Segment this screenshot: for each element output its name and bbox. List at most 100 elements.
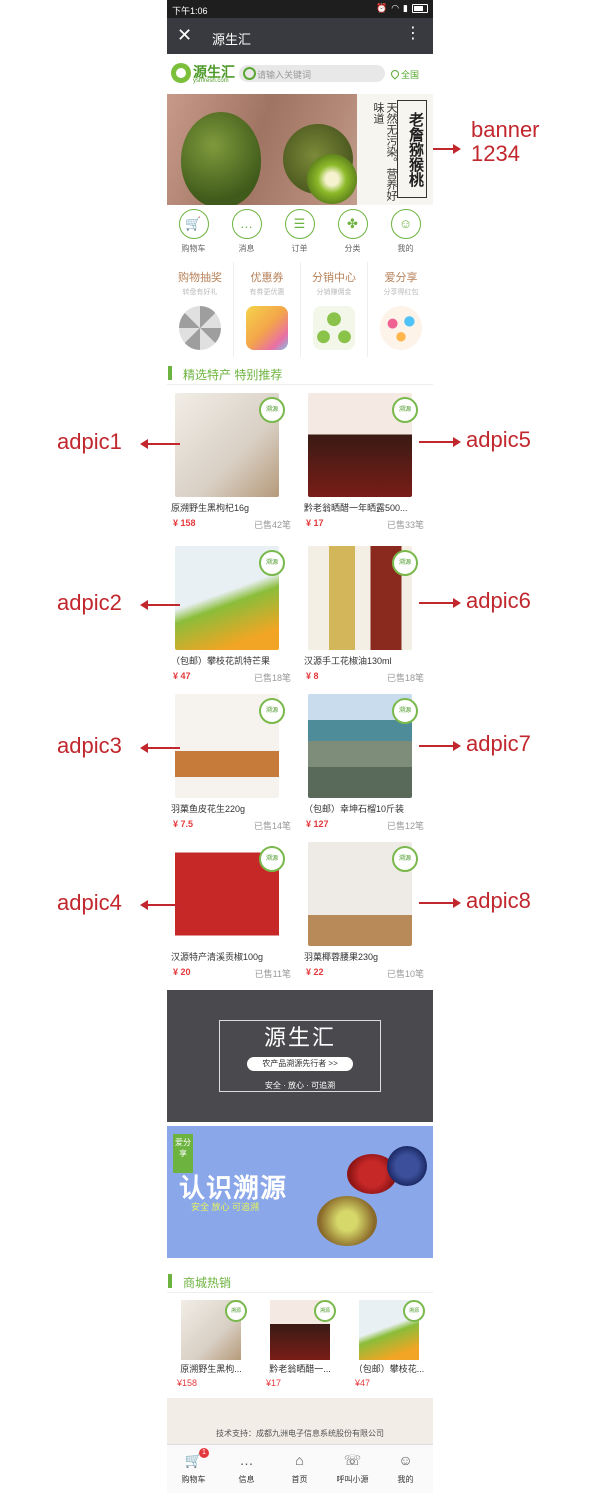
tab-call[interactable]: ☏ 呼叫小源 [326, 1445, 379, 1493]
footer: 技术支持：成都九洲电子信息系统股份有限公司 [167, 1398, 433, 1444]
product-price: ¥ 17 [306, 518, 324, 528]
annotation-label: adpic5 [466, 427, 531, 452]
promo-sub: 分享得红包 [383, 289, 419, 296]
ad-banner-trace[interactable]: 爱分享 认识溯源 安全 放心 可追溯 [167, 1126, 433, 1258]
promo-lottery[interactable]: 购物抽奖 转盘有好礼 [167, 262, 234, 357]
hot-product-card[interactable]: 溯源 黔老翁晒醋一... ¥17 [256, 1300, 344, 1390]
annotation-arrow [419, 898, 461, 908]
promo-title: 爱分享 [384, 272, 418, 284]
hot-product-card[interactable]: 溯源 原溯野生黑枸... ¥158 [167, 1300, 255, 1390]
product-price: ¥17 [266, 1378, 282, 1388]
banner-arrow [433, 144, 461, 154]
banner-annotation: banner 1234 [471, 118, 540, 166]
quick-nav: 🛒 购物车 … 消息 ☰ 订单 ✤ 分类 ☺ 我的 [167, 209, 433, 259]
status-bar: 下午1:06 ⏰ ◠ ▮ [167, 0, 433, 18]
product-card[interactable]: 溯源 汉源特产清溪贡椒100g ¥ 20 已售11笔 [167, 842, 297, 992]
product-image: 溯源 [359, 1300, 425, 1360]
banner-slogan: 天然无污染。营养好味道 [372, 102, 397, 201]
promo-title: 优惠券 [250, 272, 284, 284]
trace-badge: 溯源 [314, 1300, 336, 1322]
product-name: （包邮）攀枝花... [353, 1364, 425, 1374]
product-name: （包邮）幸坤石榴10斤装 [304, 804, 405, 814]
phone-icon: ☏ [343, 1452, 362, 1468]
product-image: 溯源 [175, 694, 285, 798]
quick-nav-order[interactable]: ☰ 订单 [273, 209, 326, 259]
product-card[interactable]: 溯源 黔老翁晒醋一年晒露500... ¥ 17 已售33笔 [300, 393, 430, 543]
more-menu-icon[interactable]: ⋮ [405, 26, 421, 42]
product-card[interactable]: 溯源 羽菓椰蓉腰果230g ¥ 22 已售10笔 [300, 842, 430, 992]
trace-badge: 溯源 [392, 550, 418, 576]
alarm-icon: ⏰ [375, 3, 388, 13]
logo-icon [171, 63, 191, 83]
tab-label: 首页 [291, 1475, 308, 1484]
location-pin-icon [389, 68, 401, 80]
product-card[interactable]: 溯源 原溯野生黑枸杞16g ¥ 158 已售42笔 [167, 393, 297, 543]
hot-product-card[interactable]: 溯源 （包邮）攀枝花... ¥47 [345, 1300, 433, 1390]
product-sold: 已售18笔 [253, 673, 291, 683]
quick-nav-mine[interactable]: ☺ 我的 [379, 209, 432, 259]
quick-nav-label: 订单 [291, 244, 308, 253]
tab-mine[interactable]: ☺ 我的 [379, 1445, 432, 1493]
annotation-arrow [419, 598, 461, 608]
region-selector[interactable]: 全国 [389, 68, 420, 81]
product-price: ¥ 7.5 [173, 819, 194, 829]
user-icon: ☺ [398, 1452, 413, 1468]
promo-grid: 购物抽奖 转盘有好礼 优惠券 有券更优惠 分销中心 分销赚佣金 爱分享 分享得红… [167, 262, 433, 357]
status-icons: ⏰ ◠ ▮ [376, 3, 428, 14]
annotation-label: adpic6 [466, 588, 531, 613]
tab-message[interactable]: … 信息 [220, 1445, 273, 1493]
promo-distribution[interactable]: 分销中心 分销赚佣金 [301, 262, 368, 357]
product-sold: 已售18笔 [386, 673, 424, 683]
product-card[interactable]: 溯源 （包邮）攀枝花凯特芒果 ¥ 47 已售18笔 [167, 546, 297, 696]
page-title: 源生汇 [212, 32, 252, 47]
close-icon[interactable]: ✕ [177, 26, 192, 44]
coupon-icon [246, 306, 288, 350]
trace-badge: 溯源 [259, 550, 285, 576]
wifi-icon: ◠ [391, 3, 400, 13]
message-icon: … [231, 209, 262, 239]
promo-coupon[interactable]: 优惠券 有券更优惠 [234, 262, 301, 357]
section-marker [168, 366, 172, 380]
blueberry-image [387, 1146, 427, 1186]
cart-icon: 🛒 [178, 209, 209, 239]
annotation-arrow [419, 437, 461, 447]
annotation-label: 1234 [471, 141, 520, 166]
product-name: （包邮）攀枝花凯特芒果 [171, 656, 271, 666]
cart-badge: 1 [199, 1448, 209, 1458]
section-featured-header: 精选特产 特别推荐 [167, 362, 433, 385]
search-input[interactable]: 请输入关键词 [239, 65, 385, 82]
ad-banner-brand[interactable]: 源生汇 农产品溯源先行者 >> 安全 · 放心 · 可追溯 [167, 990, 433, 1122]
product-image: 溯源 [308, 393, 418, 497]
product-price: ¥ 8 [306, 671, 319, 681]
promo-title: 分销中心 [312, 272, 356, 284]
tab-home[interactable]: ⌂ 首页 [273, 1445, 326, 1493]
ad-title: 源生汇 [263, 1025, 336, 1050]
product-price: ¥47 [355, 1378, 371, 1388]
quick-nav-message[interactable]: … 消息 [220, 209, 273, 259]
product-sold: 已售14笔 [253, 821, 291, 831]
chat-icon: … [239, 1452, 254, 1468]
trace-badge: 溯源 [392, 397, 418, 423]
promo-share[interactable]: 爱分享 分享得红包 [368, 262, 433, 357]
battery-icon [412, 4, 428, 13]
quick-nav-category[interactable]: ✤ 分类 [326, 209, 379, 259]
region-label: 全国 [401, 70, 420, 80]
quick-nav-label: 分类 [344, 244, 361, 253]
banner-carousel[interactable]: 天然无污染。营养好味道 老詹猕猴桃 [167, 94, 433, 205]
tab-cart[interactable]: 🛒 1 购物车 [167, 1445, 220, 1493]
product-card[interactable]: 溯源 （包邮）幸坤石榴10斤装 ¥ 127 已售12笔 [300, 694, 430, 844]
footer-text: 技术支持：成都九洲电子信息系统股份有限公司 [216, 1429, 384, 1438]
annotation-label: adpic3 [57, 733, 122, 758]
product-name: 原溯野生黑枸... [180, 1364, 242, 1374]
promo-title: 购物抽奖 [178, 272, 222, 284]
trace-badge: 溯源 [225, 1300, 247, 1322]
section-marker [168, 1274, 172, 1288]
product-sold: 已售42笔 [253, 520, 291, 530]
quick-nav-cart[interactable]: 🛒 购物车 [167, 209, 220, 259]
pear-image [181, 112, 261, 205]
product-card[interactable]: 溯源 汉源手工花椒油130ml ¥ 8 已售18笔 [300, 546, 430, 696]
product-card[interactable]: 溯源 羽菓鱼皮花生220g ¥ 7.5 已售14笔 [167, 694, 297, 844]
annotation-label: adpic4 [57, 890, 122, 915]
product-image: 溯源 [175, 842, 285, 946]
product-price: ¥ 47 [173, 671, 191, 681]
